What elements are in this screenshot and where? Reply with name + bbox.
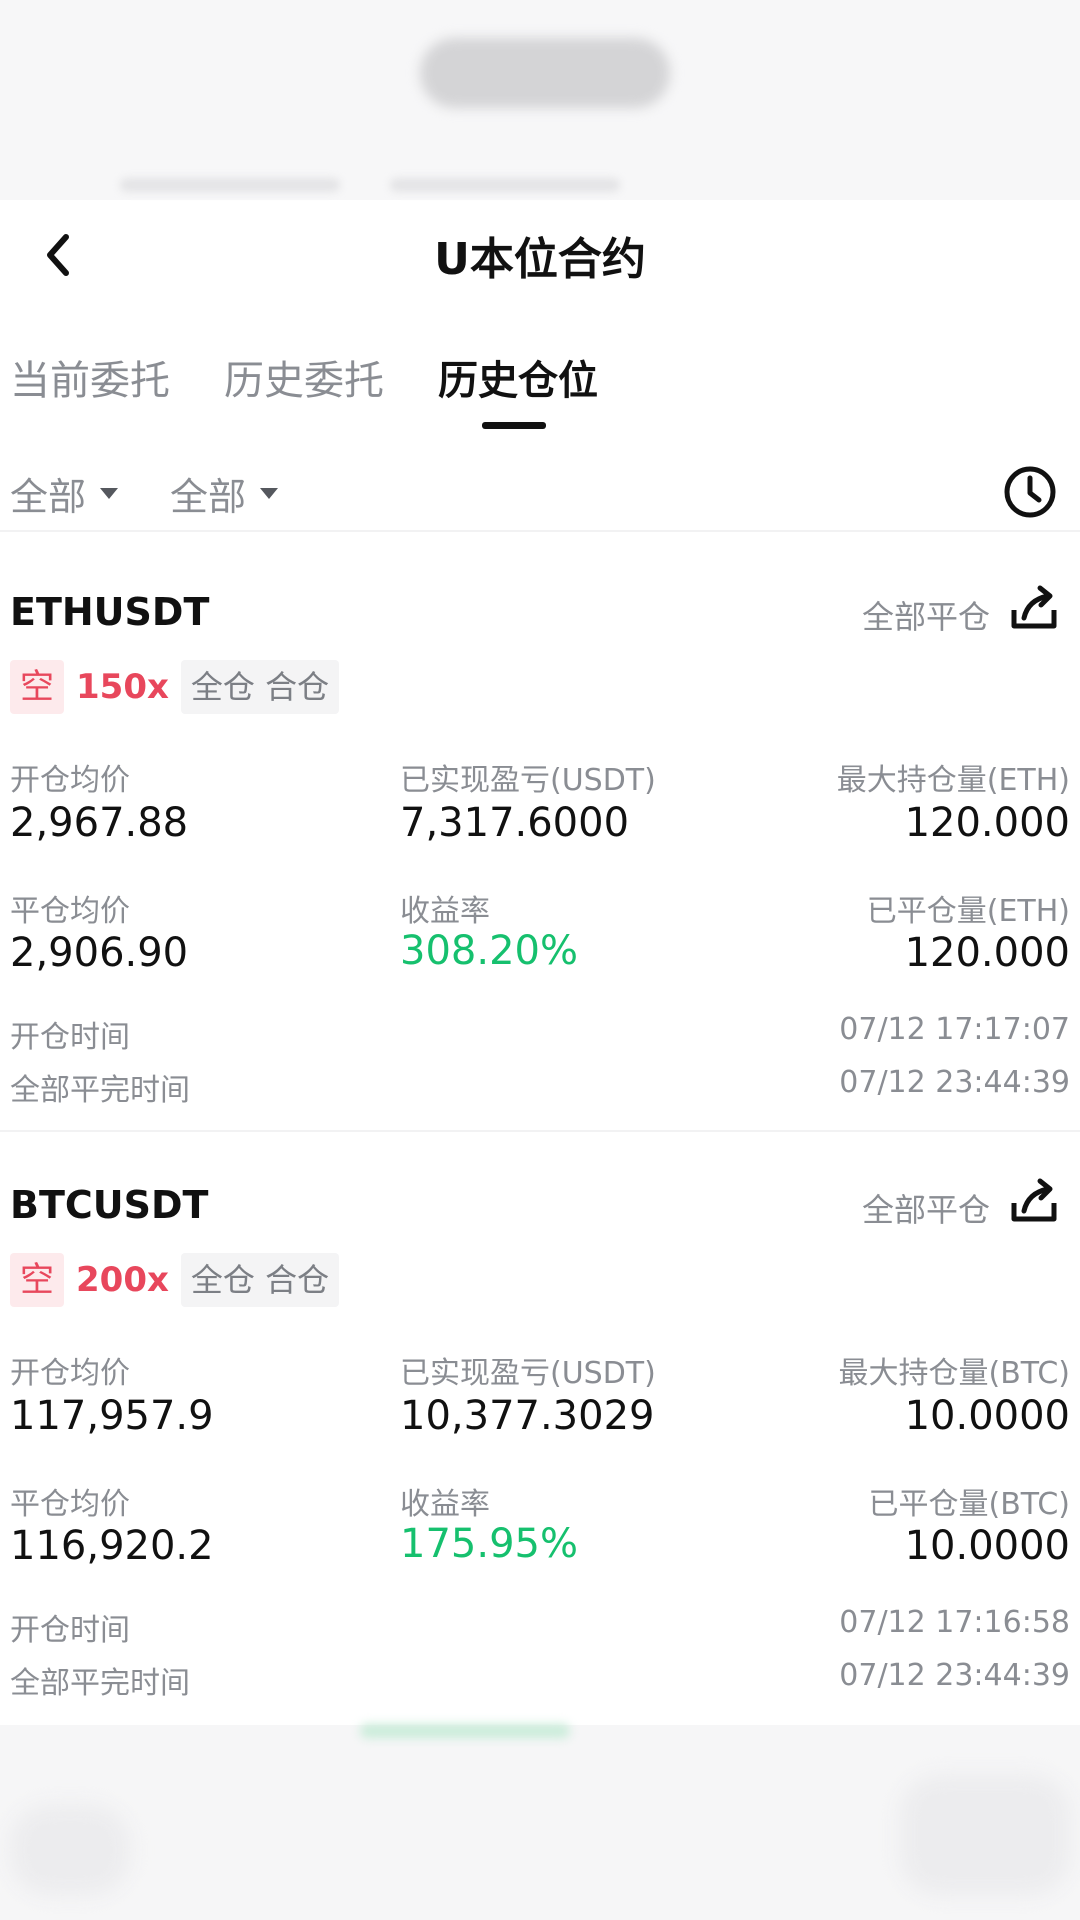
back-button[interactable]	[28, 225, 88, 285]
caret-down-icon	[100, 488, 119, 499]
roi-value: 308.20%	[400, 928, 578, 974]
open-time-value: 07/12 17:17:07	[839, 1012, 1070, 1047]
chevron-left-icon	[47, 234, 69, 276]
max-position-label: 最大持仓量(ETH)	[836, 763, 1070, 798]
side-badge: 空	[10, 1253, 64, 1307]
max-position-value: 120.000	[904, 800, 1070, 846]
tab-bar: 当前委托 历史委托 历史仓位	[0, 330, 1080, 430]
filter-label: 全部	[170, 475, 247, 519]
position-tags: 空 150x 全仓 合仓	[10, 660, 340, 714]
caret-down-icon	[260, 488, 279, 499]
roi-value: 175.95%	[400, 1521, 578, 1567]
leverage-badge: 200x	[76, 1260, 169, 1300]
share-icon	[1011, 1178, 1057, 1222]
realized-pnl-label: 已实现盈亏(USDT)	[400, 763, 656, 798]
filter-dropdown-2[interactable]: 全部	[170, 466, 279, 521]
blurred-blob	[900, 1775, 1070, 1895]
open-time-label: 开仓时间	[10, 1020, 130, 1055]
clock-icon	[1004, 466, 1056, 518]
blurred-status-area	[0, 0, 1080, 200]
realized-pnl-value: 7,317.6000	[400, 800, 630, 846]
open-avg-label: 开仓均价	[10, 1356, 130, 1391]
position-card-btc: BTCUSDT 全部平仓 空 200x 全仓 合仓 开仓均价 117,957.9…	[0, 1143, 1080, 1703]
open-avg-label: 开仓均价	[10, 763, 130, 798]
closed-qty-value: 10.0000	[904, 1523, 1070, 1569]
nav-header: U本位合约	[0, 200, 1080, 310]
close-all-button[interactable]: 全部平仓	[862, 1185, 990, 1231]
filter-dropdown-1[interactable]: 全部	[10, 466, 119, 521]
open-time-label: 开仓时间	[10, 1613, 130, 1648]
closed-qty-label: 已平仓量(BTC)	[868, 1487, 1070, 1522]
blurred-green-line	[360, 1724, 570, 1738]
closed-qty-value: 120.000	[904, 930, 1070, 976]
share-icon	[1011, 585, 1057, 629]
history-time-button[interactable]	[1000, 462, 1060, 522]
position-symbol: ETHUSDT	[10, 590, 210, 634]
tab-position-history[interactable]: 历史仓位	[438, 348, 598, 406]
closed-qty-label: 已平仓量(ETH)	[866, 894, 1070, 929]
blurred-pill	[420, 38, 670, 108]
tab-current-orders[interactable]: 当前委托	[10, 348, 170, 406]
position-symbol: BTCUSDT	[10, 1183, 209, 1227]
max-position-label: 最大持仓量(BTC)	[838, 1356, 1070, 1391]
card-divider	[0, 1130, 1080, 1132]
max-position-value: 10.0000	[904, 1393, 1070, 1439]
open-time-value: 07/12 17:16:58	[839, 1605, 1070, 1640]
close-avg-label: 平仓均价	[10, 1487, 130, 1522]
blurred-line	[120, 178, 340, 192]
share-button[interactable]	[1006, 580, 1062, 636]
close-time-label: 全部平完时间	[10, 1666, 190, 1701]
roi-label: 收益率	[400, 894, 490, 929]
position-card-eth: ETHUSDT 全部平仓 空 150x 全仓 合仓 开仓均价 2,967.88 …	[0, 550, 1080, 1110]
blurred-blob	[10, 1805, 130, 1895]
realized-pnl-value: 10,377.3029	[400, 1393, 655, 1439]
position-tags: 空 200x 全仓 合仓	[10, 1253, 340, 1307]
blurred-line	[390, 178, 620, 192]
blurred-bottom-area	[0, 1725, 1080, 1920]
close-time-value: 07/12 23:44:39	[839, 1658, 1070, 1693]
tab-order-history[interactable]: 历史委托	[224, 348, 384, 406]
page-title: U本位合约	[434, 234, 646, 285]
close-avg-value: 116,920.2	[10, 1523, 214, 1569]
leverage-badge: 150x	[76, 667, 169, 707]
open-avg-value: 2,967.88	[10, 800, 189, 846]
active-tab-indicator	[482, 422, 546, 429]
side-badge: 空	[10, 660, 64, 714]
open-avg-value: 117,957.9	[10, 1393, 214, 1439]
close-avg-label: 平仓均价	[10, 894, 130, 929]
close-time-value: 07/12 23:44:39	[839, 1065, 1070, 1100]
close-time-label: 全部平完时间	[10, 1073, 190, 1108]
roi-label: 收益率	[400, 1487, 490, 1522]
share-button[interactable]	[1006, 1173, 1062, 1229]
filter-bar: 全部 全部	[0, 450, 1080, 532]
realized-pnl-label: 已实现盈亏(USDT)	[400, 1356, 656, 1391]
margin-mode-badge: 全仓 合仓	[180, 1253, 340, 1307]
margin-mode-badge: 全仓 合仓	[180, 660, 340, 714]
close-avg-value: 2,906.90	[10, 930, 189, 976]
close-all-button[interactable]: 全部平仓	[862, 592, 990, 638]
filter-label: 全部	[10, 475, 87, 519]
